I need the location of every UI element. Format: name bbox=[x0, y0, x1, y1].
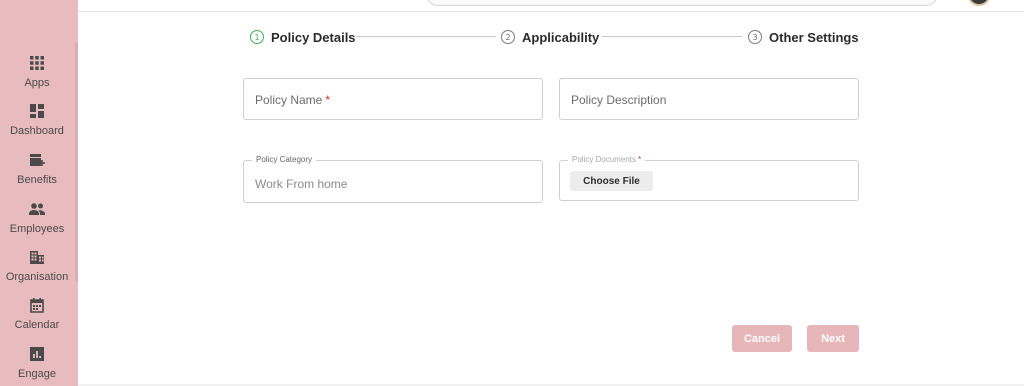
step-number: 3 bbox=[748, 30, 762, 44]
sidebar-item-label: Dashboard bbox=[10, 125, 64, 137]
policy-description-placeholder: Policy Description bbox=[571, 93, 667, 107]
step-number: 1 bbox=[250, 30, 264, 44]
policy-category-field[interactable]: Policy Category Work From home bbox=[243, 155, 543, 203]
stepper-connector bbox=[356, 36, 496, 37]
step-label: Other Settings bbox=[769, 29, 859, 45]
step-label: Applicability bbox=[522, 29, 600, 45]
sidebar-item-benefits[interactable]: Benefits bbox=[0, 151, 74, 199]
sidebar-item-label: Organisation bbox=[5, 271, 69, 283]
sidebar-item-apps[interactable]: Apps bbox=[0, 54, 74, 102]
policy-name-placeholder: Policy Name * bbox=[255, 93, 331, 107]
sidebar-item-engage[interactable]: Engage bbox=[0, 345, 74, 386]
top-bar-divider bbox=[78, 11, 1024, 12]
cancel-button[interactable]: Cancel bbox=[732, 325, 792, 352]
required-mark: * bbox=[638, 155, 642, 164]
policy-category-value: Work From home bbox=[255, 177, 348, 191]
sidebar-scrollbar[interactable] bbox=[75, 42, 78, 282]
sidebar-item-label: Apps bbox=[24, 77, 50, 89]
sidebar-item-label: Engage bbox=[18, 368, 56, 380]
policy-category-label: Policy Category bbox=[252, 155, 317, 165]
sidebar-item-organisation[interactable]: Organisation bbox=[0, 248, 74, 296]
next-button[interactable]: Next bbox=[807, 325, 859, 352]
policy-description-field[interactable]: Policy Description bbox=[559, 78, 859, 120]
employees-icon bbox=[28, 200, 46, 218]
step-other-settings[interactable]: 3 Other Settings bbox=[748, 28, 859, 46]
calendar-icon bbox=[28, 296, 46, 314]
policy-name-field[interactable]: Policy Name * bbox=[243, 78, 543, 120]
stepper-connector bbox=[602, 36, 742, 37]
dashboard-icon bbox=[28, 102, 46, 120]
global-search-input[interactable] bbox=[426, 0, 938, 6]
benefits-icon bbox=[28, 151, 46, 169]
sidebar-item-employees[interactable]: Employees bbox=[0, 200, 74, 248]
sidebar-item-label: Benefits bbox=[17, 174, 57, 186]
sidebar-item-dashboard[interactable]: Dashboard bbox=[0, 102, 74, 150]
required-mark: * bbox=[325, 93, 331, 107]
choose-file-button[interactable]: Choose File bbox=[570, 171, 653, 191]
apps-grid-icon bbox=[28, 54, 46, 72]
sidebar-item-calendar[interactable]: Calendar bbox=[0, 296, 74, 344]
step-applicability[interactable]: 2 Applicability bbox=[501, 28, 599, 46]
policy-documents-field: Policy Documents * Choose File bbox=[559, 155, 859, 201]
step-policy-details[interactable]: 1 Policy Details bbox=[250, 28, 356, 46]
app-window: Apps Dashboard Benefits Employees Organi bbox=[0, 0, 1024, 386]
step-label: Policy Details bbox=[271, 29, 356, 45]
sidebar: Apps Dashboard Benefits Employees Organi bbox=[0, 0, 78, 386]
step-number: 2 bbox=[501, 30, 515, 44]
organisation-icon bbox=[28, 248, 46, 266]
sidebar-item-label: Employees bbox=[9, 223, 65, 235]
policy-documents-label: Policy Documents * bbox=[568, 155, 646, 165]
sidebar-item-label: Calendar bbox=[14, 319, 60, 331]
engage-icon bbox=[28, 345, 46, 363]
